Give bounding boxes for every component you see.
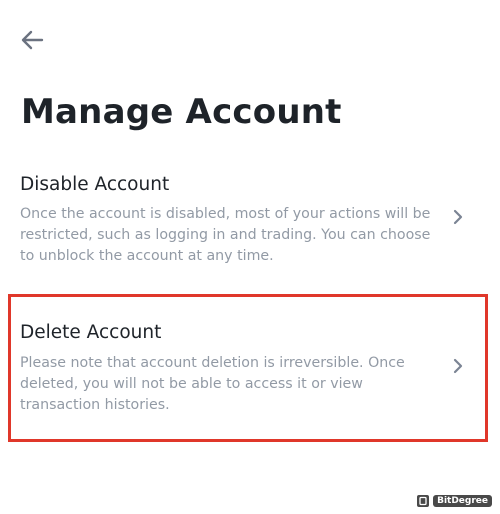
bitdegree-logo-icon	[417, 495, 430, 507]
delete-account-title: Delete Account	[20, 322, 162, 343]
bitdegree-watermark: BitDegree	[416, 494, 492, 508]
arrow-left-icon	[21, 30, 44, 50]
disable-account-description: Once the account is disabled, most of yo…	[20, 206, 431, 264]
disable-account-title: Disable Account	[20, 174, 170, 195]
page-title: Manage Account	[21, 92, 342, 132]
disable-account-option[interactable]: Disable Account Once the account is disa…	[0, 170, 500, 270]
delete-account-description: Please note that account deletion is irr…	[20, 355, 405, 413]
back-button[interactable]	[16, 26, 48, 54]
chevron-right-icon	[453, 209, 463, 225]
chevron-right-icon	[453, 358, 463, 374]
delete-account-option[interactable]: Delete Account Please note that account …	[0, 320, 500, 420]
watermark-text: BitDegree	[433, 495, 492, 507]
